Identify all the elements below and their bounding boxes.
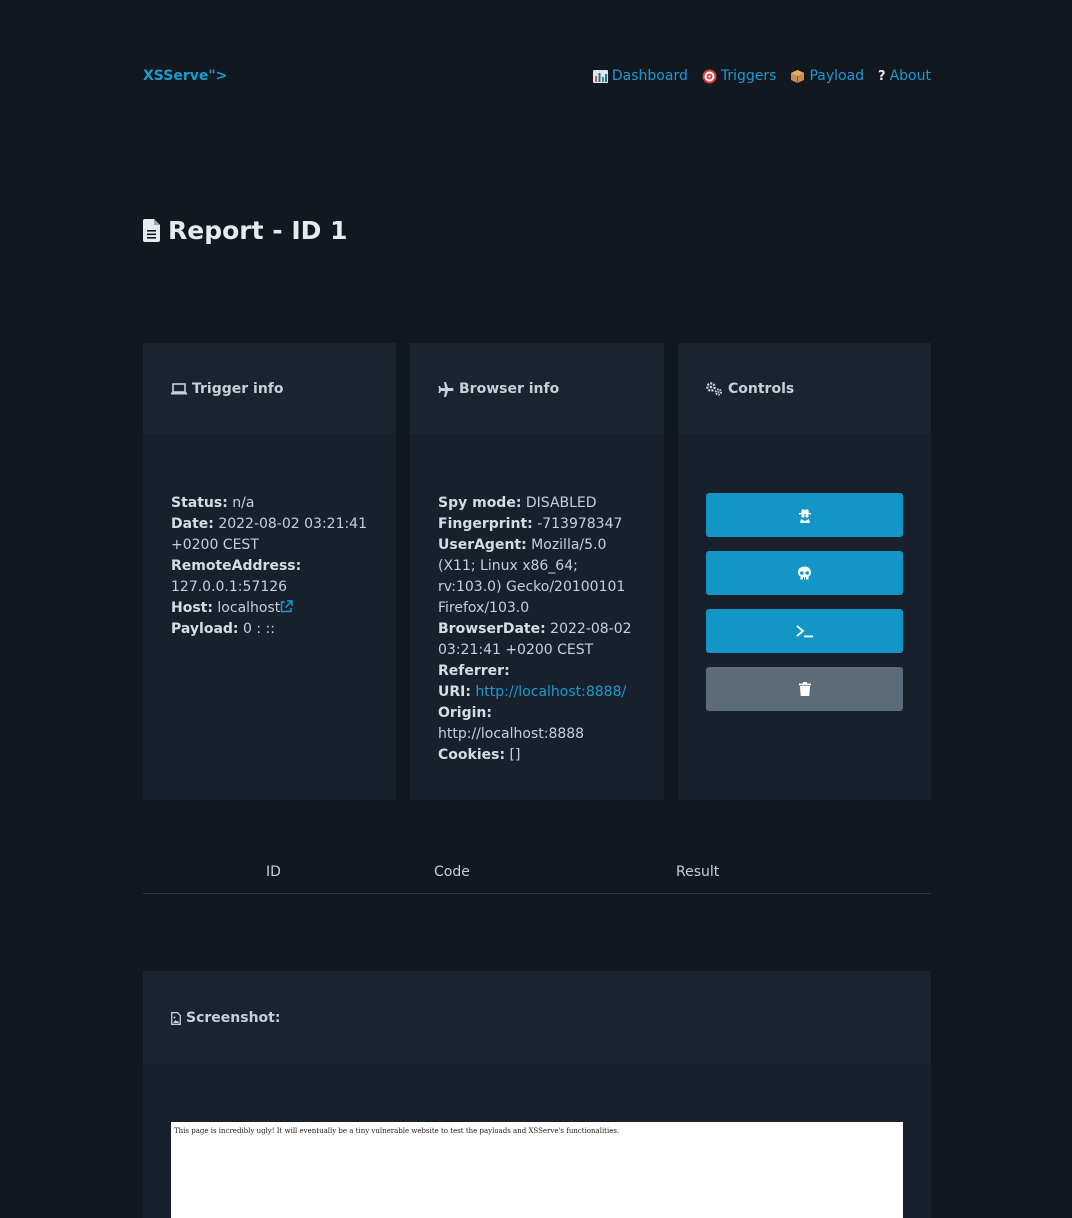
browser-info-header: Browser info	[410, 343, 664, 436]
terminal-icon	[795, 624, 814, 638]
screenshot-header: Screenshot:	[143, 971, 931, 1066]
origin-value: http://localhost:8888	[438, 726, 585, 742]
page-title: Report - ID 1	[143, 216, 348, 245]
nav-links: Dashboard Triggers Payload ? About	[592, 68, 931, 84]
host-value: localhost	[217, 600, 281, 616]
date-label: Date:	[171, 516, 214, 532]
top-nav: XSServe"> Dashboard Triggers Payload ? A…	[143, 68, 931, 88]
bar-chart-icon	[592, 69, 608, 83]
question-icon: ?	[878, 68, 886, 84]
laptop-icon	[171, 383, 187, 395]
nav-about-link[interactable]: ? About	[878, 68, 931, 84]
column-result: Result	[676, 864, 720, 880]
plane-icon	[438, 381, 454, 397]
external-link-icon[interactable]	[280, 600, 294, 613]
trigger-info-title: Trigger info	[192, 381, 284, 397]
trigger-info-body: Status: n/a Date: 2022-08-02 03:21:41 +0…	[143, 436, 396, 640]
screenshot-image: This page is incredibly ugly! It will ev…	[171, 1122, 903, 1218]
commands-table-header: ID Code Result	[143, 864, 931, 894]
remote-address-value: 127.0.0.1:57126	[171, 579, 288, 595]
brand-link[interactable]: XSServe">	[143, 68, 227, 84]
uri-label: URI:	[438, 684, 471, 700]
host-label: Host:	[171, 600, 213, 616]
column-code: Code	[434, 864, 470, 880]
nav-about-label: About	[889, 68, 931, 84]
browser-info-body: Spy mode: DISABLED Fingerprint: -7139783…	[410, 436, 664, 766]
nav-triggers-label: Triggers	[720, 68, 777, 84]
column-id: ID	[266, 864, 281, 880]
user-agent-label: UserAgent:	[438, 537, 527, 553]
origin-label: Origin:	[438, 705, 492, 721]
target-icon	[702, 69, 717, 84]
package-icon	[790, 69, 805, 84]
controls-card: Controls	[678, 343, 931, 800]
trash-icon	[798, 682, 811, 696]
fingerprint-label: Fingerprint:	[438, 516, 533, 532]
screenshot-page-text: This page is incredibly ugly! It will ev…	[174, 1127, 620, 1135]
document-icon	[143, 219, 160, 242]
cogs-icon	[706, 382, 723, 396]
trigger-info-card: Trigger info Status: n/a Date: 2022-08-0…	[143, 343, 396, 800]
controls-body	[678, 436, 931, 711]
payload-label: Payload:	[171, 621, 239, 637]
trigger-info-header: Trigger info	[143, 343, 396, 436]
nav-dashboard-link[interactable]: Dashboard	[592, 68, 688, 84]
browser-info-title: Browser info	[459, 381, 560, 397]
remote-address-label: RemoteAddress:	[171, 558, 302, 574]
cookies-label: Cookies:	[438, 747, 506, 763]
spy-mode-button[interactable]	[706, 493, 903, 537]
controls-header: Controls	[678, 343, 931, 436]
spy-mode-value: DISABLED	[525, 495, 597, 511]
referrer-label: Referrer:	[438, 663, 510, 679]
browser-date-label: BrowserDate:	[438, 621, 546, 637]
terminal-button[interactable]	[706, 609, 903, 653]
image-file-icon	[171, 1011, 181, 1025]
delete-button[interactable]	[706, 667, 903, 711]
nav-payload-label: Payload	[809, 68, 865, 84]
skull-icon	[797, 566, 812, 581]
spy-icon	[798, 508, 811, 523]
kill-button[interactable]	[706, 551, 903, 595]
nav-dashboard-label: Dashboard	[611, 68, 688, 84]
nav-payload-link[interactable]: Payload	[790, 68, 864, 84]
spy-mode-label: Spy mode:	[438, 495, 522, 511]
payload-value: 0 : ::	[242, 621, 275, 637]
status-label: Status:	[171, 495, 228, 511]
cookies-value: []	[509, 747, 521, 763]
nav-triggers-link[interactable]: Triggers	[702, 68, 777, 84]
browser-info-card: Browser info Spy mode: DISABLED Fingerpr…	[410, 343, 664, 800]
controls-title: Controls	[728, 381, 795, 397]
fingerprint-value: -713978347	[537, 516, 623, 532]
page-title-text: Report - ID 1	[168, 216, 348, 245]
status-value: n/a	[232, 495, 255, 511]
screenshot-title: Screenshot:	[186, 1010, 281, 1026]
uri-link[interactable]: http://localhost:8888/	[475, 684, 626, 700]
